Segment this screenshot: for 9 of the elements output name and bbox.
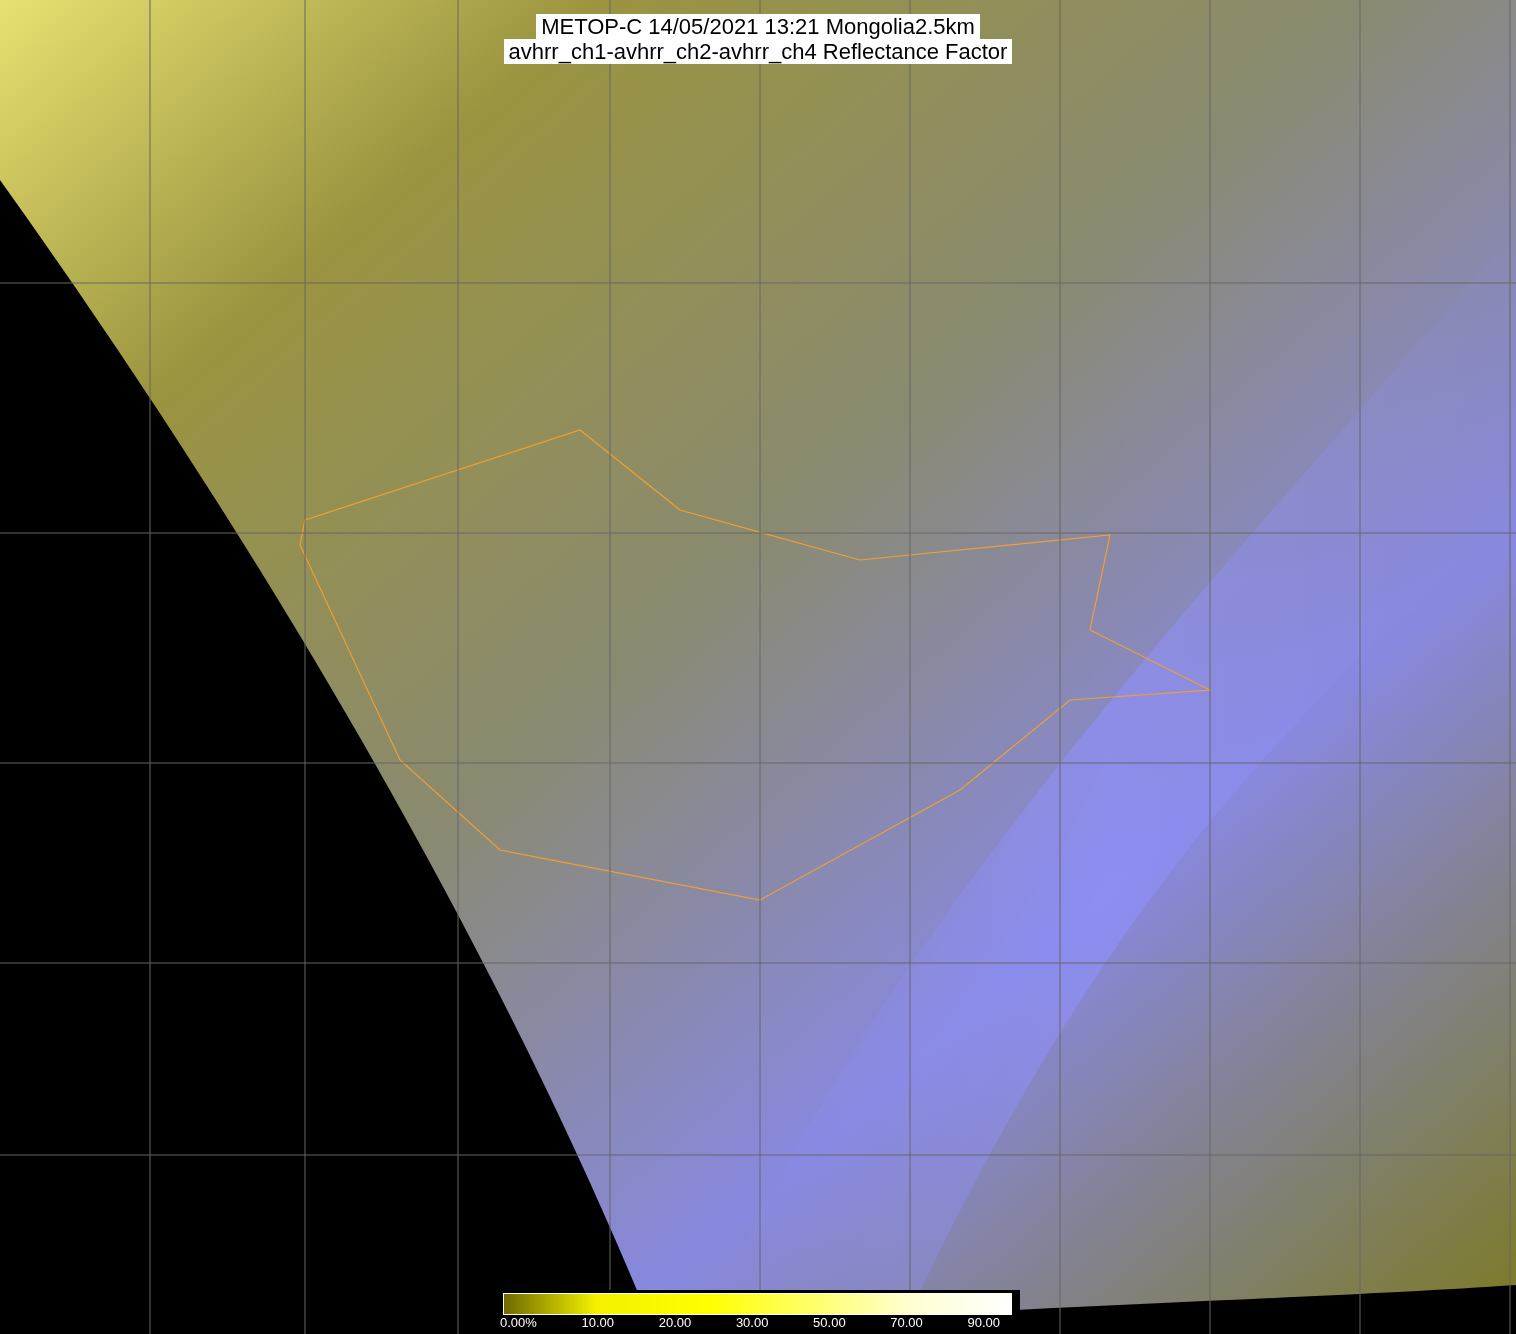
colorbar-label: 90.00	[967, 1315, 1000, 1330]
colorbar-label: 50.00	[813, 1315, 846, 1330]
colorbar-label: 30.00	[735, 1315, 769, 1330]
colorbar-label: 20.00	[658, 1315, 692, 1330]
colorbar-label: 10.00	[581, 1315, 615, 1330]
title-text: avhrr_ch1-avhrr_ch2-avhrr_ch4 Reflectance Factor	[503, 39, 1013, 64]
colorbar-label: 0.00%	[500, 1315, 537, 1330]
colorbar-label: 70.00	[890, 1315, 923, 1330]
title-text: METOP-C 14/05/2021 13:21 Mongolia2.5km	[536, 14, 980, 39]
